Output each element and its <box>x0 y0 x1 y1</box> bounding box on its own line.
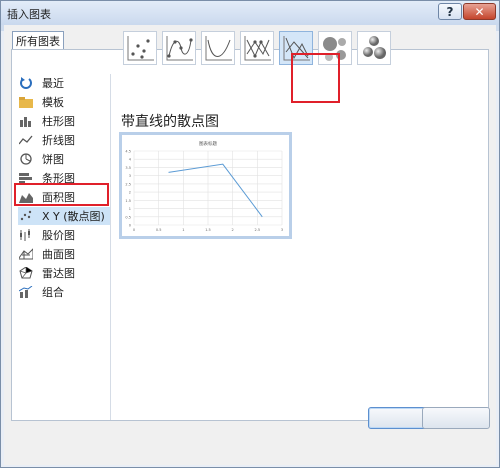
sidebar-item-combo[interactable]: 组合 <box>18 283 110 301</box>
y-tick-label: 3.5 <box>125 166 131 170</box>
sidebar-item-label: 饼图 <box>42 153 64 166</box>
title-bar: 插入图表 ? ✕ <box>1 1 499 25</box>
close-button[interactable]: ✕ <box>463 3 496 20</box>
line-chart-icon <box>18 133 34 147</box>
x-tick-label: 0.5 <box>156 228 162 232</box>
subtype-title: 带直线的散点图 <box>121 114 219 130</box>
y-tick-label: 1.5 <box>125 199 131 203</box>
scatter-chart-icon <box>18 209 34 223</box>
close-icon: ✕ <box>474 4 485 19</box>
sidebar-item-stock[interactable]: 股价图 <box>18 226 110 244</box>
dialog-body: 所有图表 最近 模板 柱形图 折线图 饼图 条形图 面积图 X Y (散点图) … <box>4 25 496 465</box>
tab-all-charts[interactable]: 所有图表 <box>12 31 64 50</box>
sidebar-item-label: 雷达图 <box>42 267 75 280</box>
subtype-scatter-smooth[interactable] <box>201 31 235 65</box>
sidebar-item-line[interactable]: 折线图 <box>18 131 110 149</box>
subtype-selection-highlight <box>291 53 340 103</box>
sidebar-item-surface[interactable]: 曲面图 <box>18 245 110 263</box>
x-tick-label: 2.5 <box>255 228 261 232</box>
sidebar-item-label: 最近 <box>42 77 64 90</box>
x-tick-label: 1.5 <box>205 228 211 232</box>
stock-chart-icon <box>18 228 34 242</box>
column-chart-icon <box>18 114 34 128</box>
insert-chart-dialog: 插入图表 ? ✕ 所有图表 最近 模板 柱形图 折线图 饼图 条形图 面积图 X… <box>0 0 500 468</box>
combo-chart-icon <box>18 285 34 299</box>
scatter-straight-markers-icon <box>244 36 271 61</box>
sidebar-item-pie[interactable]: 饼图 <box>18 150 110 168</box>
y-tick-label: 2.5 <box>125 182 131 186</box>
chart-type-list: 最近 模板 柱形图 折线图 饼图 条形图 面积图 X Y (散点图) 股价图 曲… <box>12 74 111 420</box>
sidebar-item-label: 模板 <box>42 96 64 109</box>
preview-chart-title: 图表标题 <box>199 140 217 147</box>
chart-preview[interactable]: 图表标题 4.5 4 3.5 3 2.5 2 1.5 1 0.5 0 0 0.5 1 1.5 2 2.5 3 <box>119 132 292 239</box>
recent-icon <box>18 76 34 90</box>
subtype-scatter-smooth-markers[interactable] <box>162 31 196 65</box>
sidebar-item-label: 折线图 <box>42 134 75 147</box>
help-button[interactable]: ? <box>438 3 462 20</box>
subtype-scatter-straight-markers[interactable] <box>240 31 274 65</box>
sidebar-item-radar[interactable]: 雷达图 <box>18 264 110 282</box>
y-tick-label: 2 <box>129 191 131 195</box>
x-tick-label: 0 <box>133 228 135 232</box>
x-tick-label: 2 <box>232 228 234 232</box>
help-icon: ? <box>446 4 454 19</box>
y-tick-label: 3 <box>129 174 131 178</box>
y-tick-label: 0.5 <box>125 215 131 219</box>
dialog-title: 插入图表 <box>7 8 51 21</box>
sidebar-item-xy-scatter[interactable]: X Y (散点图) <box>18 207 110 225</box>
subtype-bubble-3d[interactable] <box>357 31 391 65</box>
cancel-button[interactable] <box>422 407 490 429</box>
y-tick-label: 4 <box>129 158 132 162</box>
bubble-3d-icon <box>363 36 386 59</box>
sidebar-selection-highlight <box>14 183 109 206</box>
sidebar-item-label: X Y (散点图) <box>42 210 105 223</box>
scatter-smooth-icon <box>205 36 232 61</box>
radar-chart-icon <box>18 266 34 280</box>
sidebar-item-label: 曲面图 <box>42 248 75 261</box>
sidebar-item-label: 股价图 <box>42 229 75 242</box>
x-tick-label: 1 <box>182 228 184 232</box>
sidebar-item-label: 组合 <box>42 286 64 299</box>
surface-chart-icon <box>18 247 34 261</box>
preview-chart: 图表标题 4.5 4 3.5 3 2.5 2 1.5 1 0.5 00 0.5 1 1.5 2 2.5 3 <box>125 140 283 232</box>
x-tick-label: 3 <box>281 228 283 232</box>
folder-icon <box>18 95 34 109</box>
subtype-scatter[interactable] <box>123 31 157 65</box>
sidebar-item-label: 柱形图 <box>42 115 75 128</box>
series-line <box>168 163 263 218</box>
y-tick-label: 4.5 <box>125 150 131 154</box>
scatter-icon <box>127 36 154 61</box>
y-tick-label: 1 <box>129 207 131 211</box>
sidebar-item-templates[interactable]: 模板 <box>18 93 110 111</box>
sidebar-item-column[interactable]: 柱形图 <box>18 112 110 130</box>
scatter-smooth-markers-icon <box>166 36 193 61</box>
sidebar-item-recent[interactable]: 最近 <box>18 74 110 92</box>
pie-chart-icon <box>18 152 34 166</box>
y-tick-label: 0 <box>129 224 131 228</box>
